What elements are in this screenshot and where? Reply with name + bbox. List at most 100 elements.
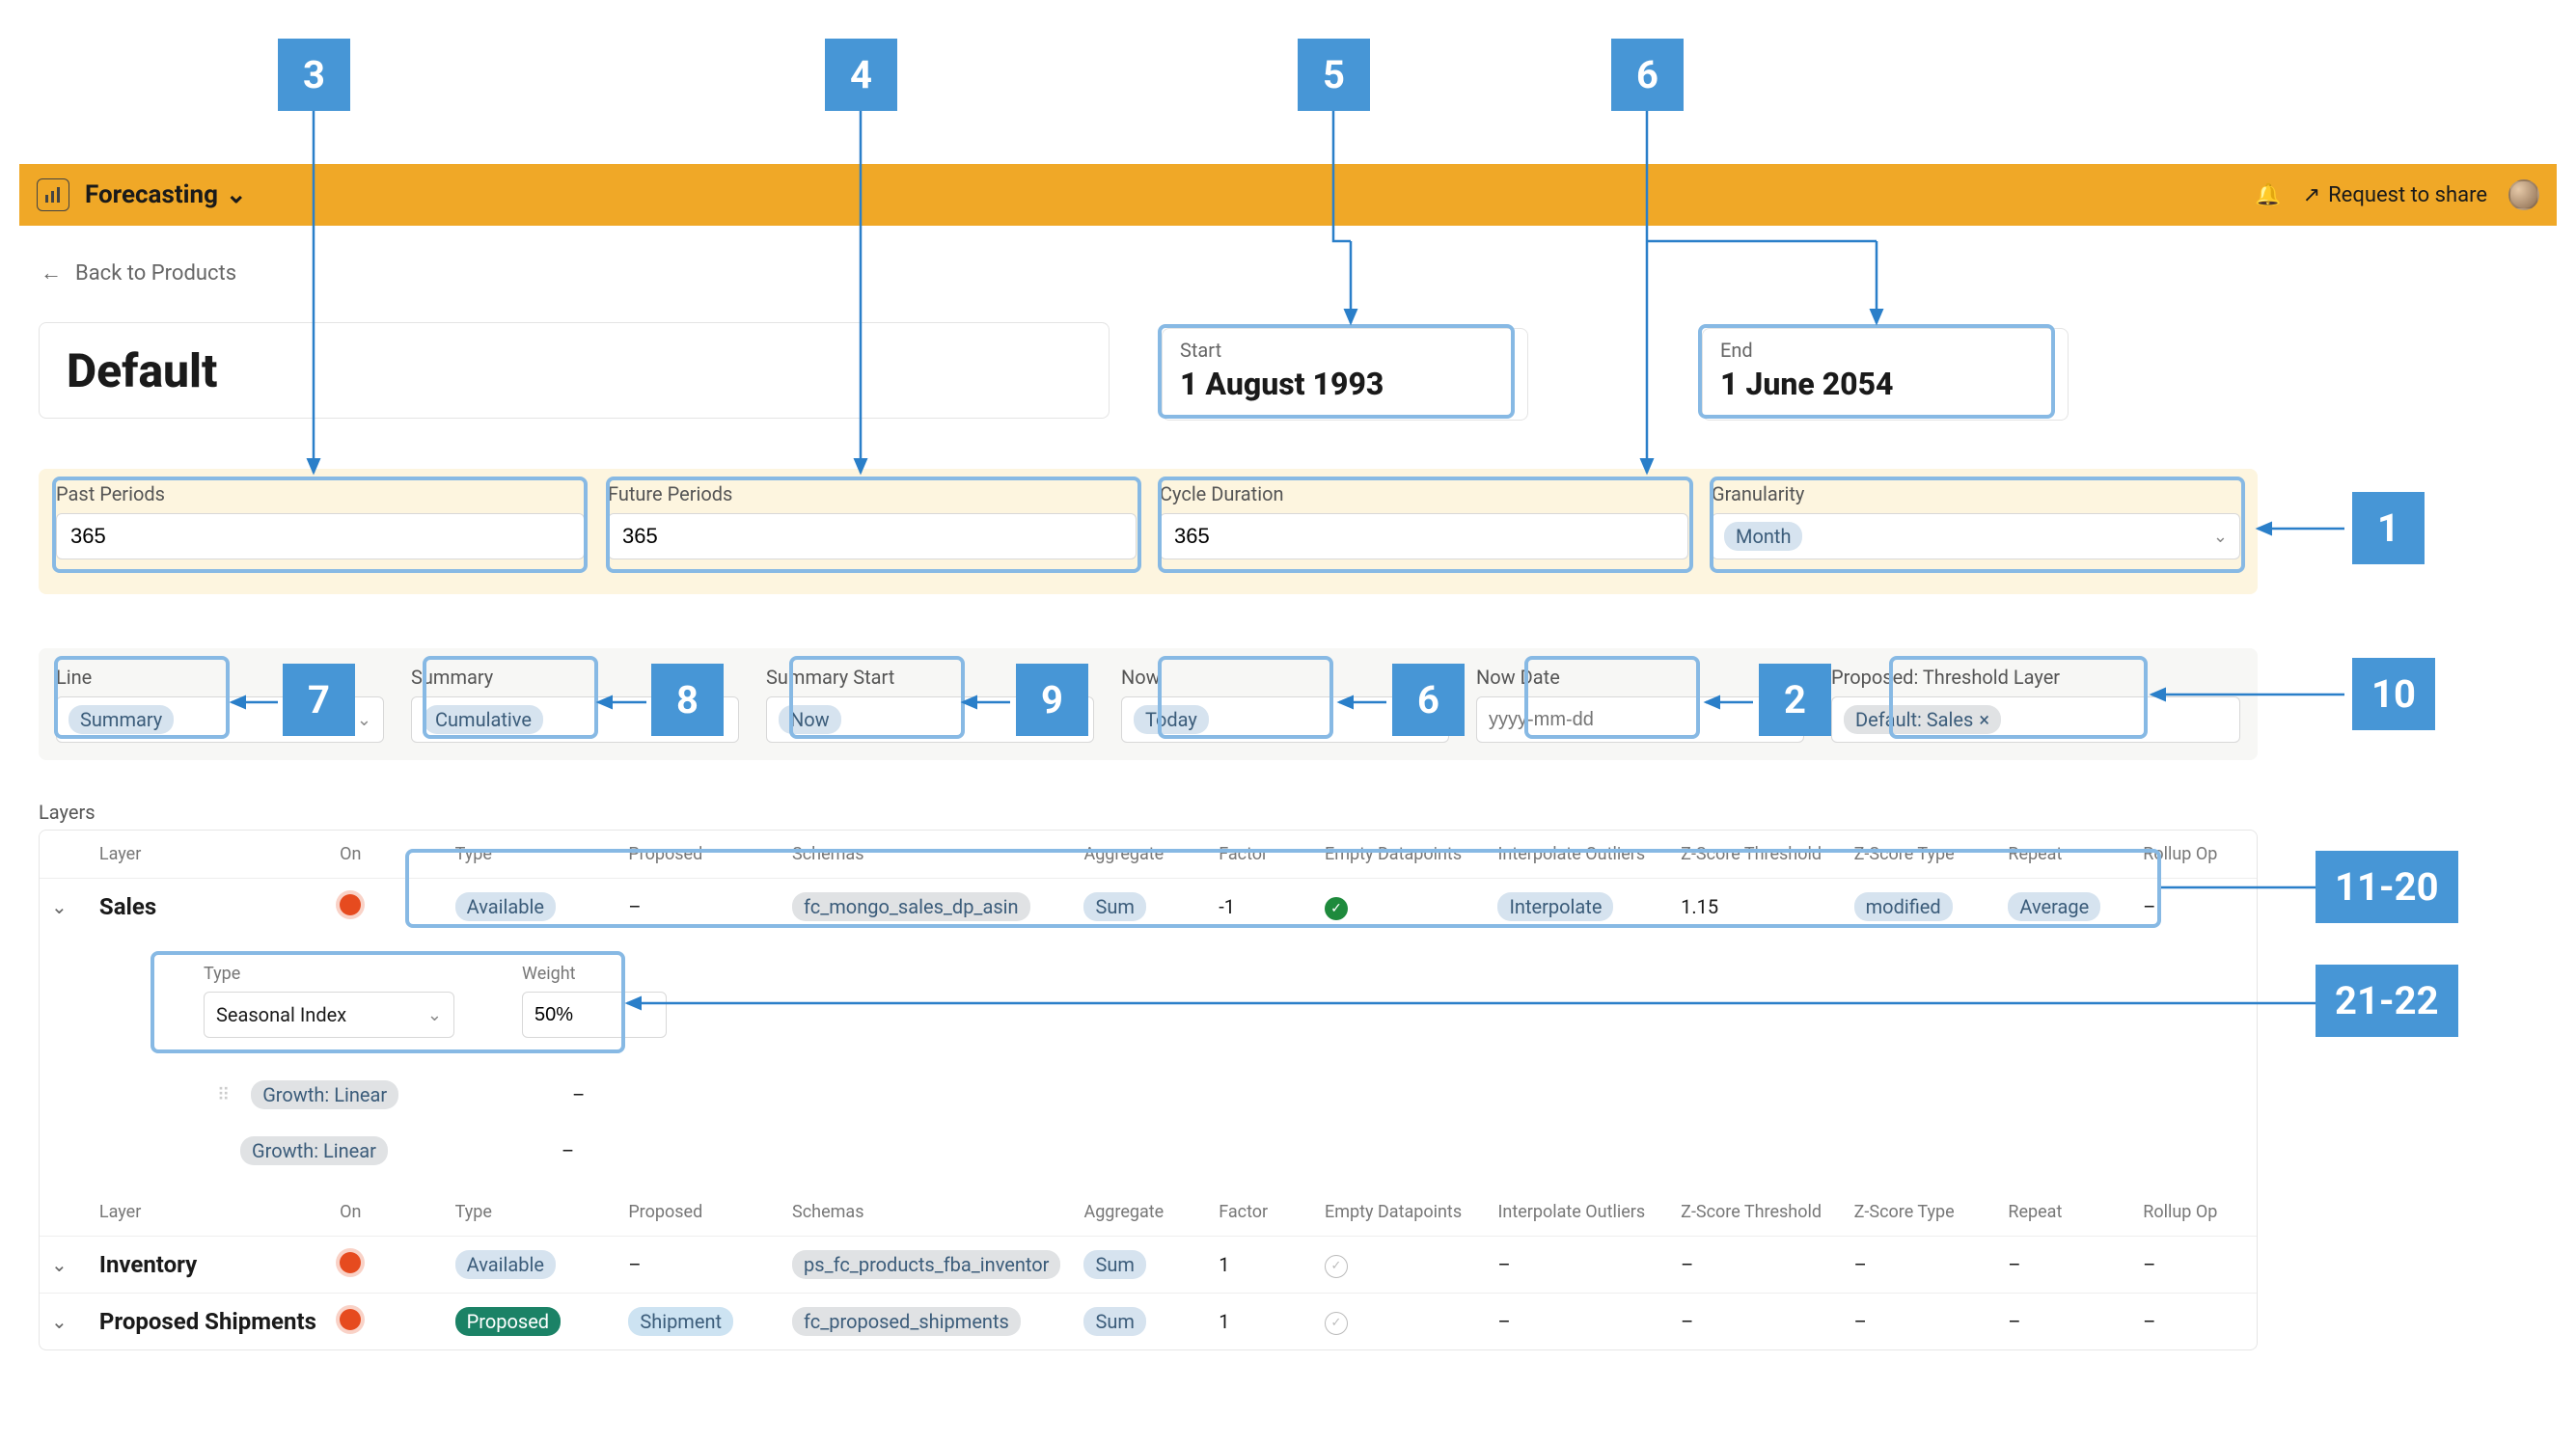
check-empty-icon[interactable]: ✓ (1325, 1312, 1348, 1335)
col-aggregate: Aggregate (1072, 831, 1207, 879)
summary-value: Cumulative (424, 705, 543, 734)
chevron-down-icon: ⌄ (226, 180, 247, 209)
sub-weight-label: Weight (522, 964, 676, 984)
inv-factor: 1 (1207, 1237, 1313, 1294)
row-proposed-shipments[interactable]: ⌄ Proposed Shipments Proposed Shipment f… (40, 1294, 2257, 1350)
col-layer: Layer (88, 831, 328, 879)
share-icon: ↗ (2303, 183, 2320, 207)
sales-interp: Interpolate (1497, 892, 1613, 921)
granularity-value: Month (1724, 522, 1802, 551)
sales-repeat: Average (2008, 892, 2100, 921)
row-inventory[interactable]: ⌄ Inventory Available – ps_fc_products_f… (40, 1237, 2257, 1294)
on-toggle-icon[interactable] (340, 894, 361, 915)
sub-type-select[interactable]: Seasonal Index (204, 992, 454, 1038)
past-periods-input[interactable] (56, 513, 585, 559)
summary-start-select[interactable]: Now (766, 696, 1094, 743)
bell-icon[interactable]: 🔔 (2255, 183, 2281, 207)
controls-row: Line Summary Summary Cumulative Summary … (39, 648, 2258, 760)
line-select[interactable]: Summary (56, 696, 384, 743)
ship-schema: fc_proposed_shipments (792, 1307, 1021, 1336)
future-periods-label: Future Periods (608, 482, 1137, 505)
header-title[interactable]: Forecasting ⌄ (85, 180, 247, 209)
ship-factor: 1 (1207, 1294, 1313, 1350)
expand-icon[interactable]: ⌄ (51, 1310, 68, 1333)
on-toggle-icon[interactable] (340, 1252, 361, 1273)
inv-name: Inventory (88, 1237, 328, 1294)
check-icon[interactable]: ✓ (1325, 897, 1348, 920)
ship-interp: – (1486, 1294, 1669, 1350)
future-periods-input[interactable] (608, 513, 1137, 559)
annotation-5: 5 (1298, 39, 1370, 111)
col-empty: Empty Datapoints (1313, 831, 1487, 879)
layers-title: Layers (39, 801, 96, 824)
app-logo-icon (37, 178, 69, 211)
past-periods-field: Past Periods (56, 482, 585, 581)
granularity-select[interactable]: Month (1712, 513, 2240, 559)
threshold-label: Proposed: Threshold Layer (1831, 666, 2240, 689)
inv-zthresh: – (1669, 1237, 1842, 1294)
sub-row-2: ⠿ Growth: Linear – (40, 1067, 2257, 1123)
inv-interp: – (1486, 1237, 1669, 1294)
sub-r3-weight: – (562, 1139, 574, 1162)
annotation-3: 3 (278, 39, 350, 111)
avatar[interactable] (2508, 179, 2539, 210)
share-button[interactable]: ↗ Request to share (2303, 183, 2487, 207)
col-ztype: Z-Score Type (1843, 831, 1997, 879)
annotation-21-22: 21-22 (2316, 965, 2458, 1037)
inv-proposed: – (617, 1237, 781, 1294)
sales-zthresh: 1.15 (1669, 879, 1842, 936)
inv-rollup: – (2131, 1237, 2257, 1294)
col-proposed: Proposed (617, 831, 781, 879)
inv-agg: Sum (1083, 1250, 1145, 1279)
row-sales[interactable]: ⌄ Sales Available – fc_mongo_sales_dp_as… (40, 879, 2257, 936)
threshold-tagbox[interactable]: Default: Sales × (1831, 696, 2240, 743)
sales-proposed: – (617, 879, 781, 936)
past-periods-label: Past Periods (56, 482, 585, 505)
back-link[interactable]: ← Back to Products (41, 260, 236, 286)
now-date-input[interactable] (1476, 696, 1804, 743)
sales-name: Sales (88, 879, 328, 936)
ship-name: Proposed Shipments (88, 1294, 328, 1350)
page-title-box[interactable]: Default (39, 322, 1110, 419)
start-date-label: Start (1180, 339, 1510, 362)
now-date-field[interactable] (1489, 709, 1768, 731)
sales-factor: -1 (1207, 879, 1313, 936)
summary-select[interactable]: Cumulative (411, 696, 739, 743)
inv-repeat: – (1996, 1237, 2131, 1294)
ship-repeat: – (1996, 1294, 2131, 1350)
expand-icon[interactable]: ⌄ (51, 895, 68, 918)
end-date-label: End (1720, 339, 2050, 362)
on-toggle-icon[interactable] (340, 1309, 361, 1330)
check-empty-icon[interactable]: ✓ (1325, 1255, 1348, 1278)
cycle-duration-input[interactable] (1160, 513, 1688, 559)
cycle-duration-field: Cycle Duration (1160, 482, 1688, 581)
summary-start-value: Now (779, 705, 841, 734)
expand-icon[interactable]: ⌄ (51, 1253, 68, 1276)
now-select[interactable]: Today (1121, 696, 1449, 743)
drag-handle-icon[interactable]: ⠿ (204, 1085, 232, 1105)
threshold-tag[interactable]: Default: Sales × (1844, 705, 2001, 734)
arrow-left-icon: ← (41, 260, 62, 286)
col-on: On (328, 831, 443, 879)
sub-r2-type: Growth: Linear (251, 1080, 398, 1109)
sales-type: Available (455, 892, 556, 921)
future-periods-field: Future Periods (608, 482, 1137, 581)
sub-weight-input[interactable] (522, 992, 667, 1038)
cycle-duration-label: Cycle Duration (1160, 482, 1688, 505)
header-bar: Forecasting ⌄ (19, 164, 1389, 226)
sub-r3-type: Growth: Linear (240, 1136, 388, 1165)
ship-type: Proposed (455, 1307, 561, 1336)
line-label: Line (56, 666, 384, 689)
header-row-2: Layer On Type Proposed Schemas Aggregate… (40, 1188, 2257, 1237)
sales-ztype: modified (1854, 892, 1953, 921)
close-icon[interactable]: × (1979, 708, 1989, 731)
inv-ztype: – (1843, 1237, 1997, 1294)
col-zthresh: Z-Score Threshold (1669, 831, 1842, 879)
annotation-11-20: 11-20 (2316, 851, 2458, 923)
ship-rollup: – (2131, 1294, 2257, 1350)
sub-r1-type: Seasonal Index (216, 1003, 346, 1026)
end-date-value: 1 June 2054 (1720, 366, 2050, 402)
header-title-text: Forecasting (85, 180, 218, 209)
sub-headers: Type Seasonal Index Weight (40, 935, 2257, 1067)
sales-schema: fc_mongo_sales_dp_asin (792, 892, 1030, 921)
